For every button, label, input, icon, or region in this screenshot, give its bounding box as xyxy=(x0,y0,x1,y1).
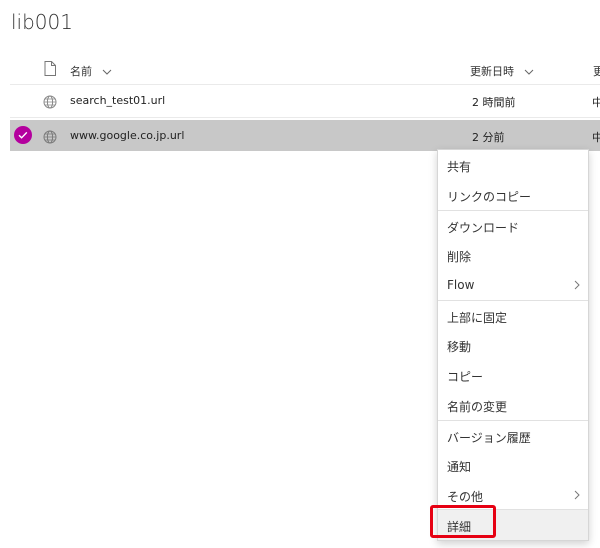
file-modified: 2 時間前 xyxy=(472,96,516,109)
menu-item-delete[interactable]: 削除 xyxy=(438,240,588,270)
menu-item-download[interactable]: ダウンロード xyxy=(438,210,588,241)
menu-item-label: バージョン履歴 xyxy=(447,431,531,445)
menu-item-label: その他 xyxy=(447,490,484,504)
chevron-down-icon xyxy=(102,69,111,75)
menu-item-label: 通知 xyxy=(447,460,472,474)
annotation-highlight-box xyxy=(430,505,496,538)
column-header-modified-by[interactable]: 更 xyxy=(593,63,600,79)
column-header-name[interactable]: 名前 xyxy=(70,63,112,79)
chevron-down-icon xyxy=(524,69,533,75)
menu-item-label: リンクのコピー xyxy=(447,190,532,204)
menu-item-rename[interactable]: 名前の変更 xyxy=(438,390,588,420)
context-menu: 共有 リンクのコピー ダウンロード 削除 Flow 上部に固定 移動 コピー 名… xyxy=(437,149,589,541)
menu-item-label: 上部に固定 xyxy=(447,311,508,325)
file-modified: 2 分前 xyxy=(472,131,505,144)
column-header-modified-label: 更新日時 xyxy=(470,65,514,78)
menu-item-flow[interactable]: Flow xyxy=(438,270,588,300)
menu-item-pin-to-top[interactable]: 上部に固定 xyxy=(438,300,588,331)
menu-item-share[interactable]: 共有 xyxy=(438,150,588,180)
menu-item-label: コピー xyxy=(447,370,484,384)
globe-icon xyxy=(43,129,57,148)
chevron-right-icon xyxy=(574,280,580,290)
column-header-modified[interactable]: 更新日時 xyxy=(470,63,534,79)
list-header: 名前 更新日時 更 xyxy=(10,56,600,85)
chevron-right-icon xyxy=(574,490,580,500)
file-modified-by: 中 xyxy=(592,131,600,144)
check-icon xyxy=(18,131,28,139)
column-header-name-label: 名前 xyxy=(70,65,92,78)
file-name[interactable]: search_test01.url xyxy=(70,94,165,107)
file-row[interactable]: search_test01.url 2 時間前 中 xyxy=(10,85,600,118)
menu-item-label: 移動 xyxy=(447,340,472,354)
menu-item-label: ダウンロード xyxy=(447,221,520,235)
library-title: lib001 xyxy=(11,10,73,34)
menu-item-label: Flow xyxy=(447,278,475,292)
menu-item-copy[interactable]: コピー xyxy=(438,360,588,390)
menu-item-label: 名前の変更 xyxy=(447,400,508,414)
menu-item-move[interactable]: 移動 xyxy=(438,330,588,360)
file-name[interactable]: www.google.co.jp.url xyxy=(70,129,184,142)
file-type-icon[interactable] xyxy=(44,61,56,80)
menu-item-label: 共有 xyxy=(447,160,472,174)
file-modified-by: 中 xyxy=(592,96,600,109)
globe-icon xyxy=(43,94,57,113)
selection-check[interactable] xyxy=(14,126,32,144)
file-row-selected[interactable]: www.google.co.jp.url 2 分前 中 xyxy=(10,120,600,151)
menu-item-label: 削除 xyxy=(447,250,472,264)
menu-item-alert[interactable]: 通知 xyxy=(438,450,588,480)
menu-item-version-history[interactable]: バージョン履歴 xyxy=(438,420,588,451)
menu-item-copy-link[interactable]: リンクのコピー xyxy=(438,180,588,210)
